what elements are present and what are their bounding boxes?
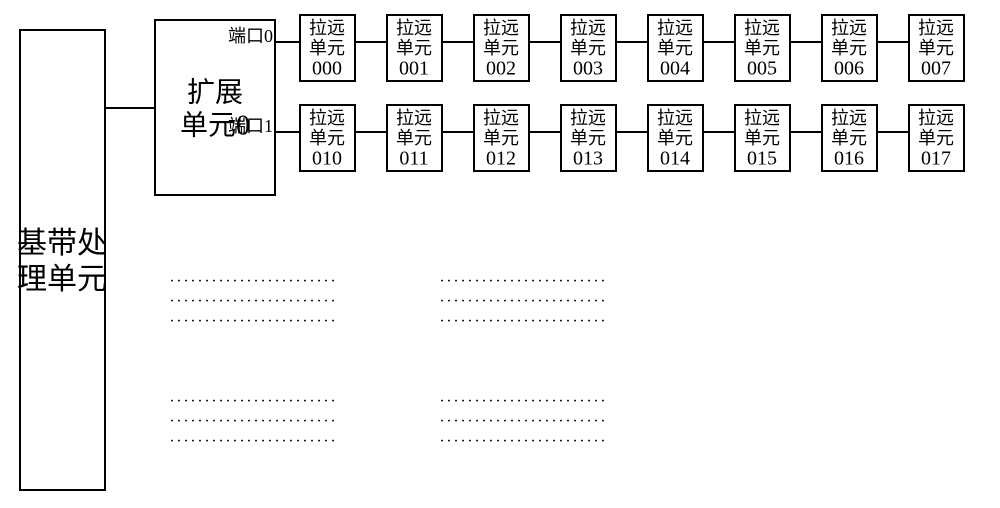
svg-text:单元: 单元 xyxy=(570,38,606,58)
remote-unit-006: 拉远 单元 006 xyxy=(822,15,877,81)
svg-text:单元: 单元 xyxy=(831,38,867,58)
remote-unit-013: 拉远 单元 013 xyxy=(561,105,616,171)
svg-text:拉远: 拉远 xyxy=(744,18,780,38)
svg-text:拉远: 拉远 xyxy=(309,108,345,128)
svg-text:014: 014 xyxy=(660,148,690,170)
remote-unit-010: 拉远 单元 010 xyxy=(300,105,355,171)
svg-text:单元: 单元 xyxy=(918,128,954,148)
svg-text:单元: 单元 xyxy=(918,38,954,58)
remote-unit-011: 拉远 单元 011 xyxy=(387,105,442,171)
svg-text:016: 016 xyxy=(834,148,864,170)
svg-text:拉远: 拉远 xyxy=(396,108,432,128)
svg-text:单元: 单元 xyxy=(396,128,432,148)
svg-text:011: 011 xyxy=(399,148,428,170)
svg-text:拉远: 拉远 xyxy=(570,18,606,38)
port1-label: 端口1 xyxy=(228,116,273,136)
remote-unit-007: 拉远 单元 007 xyxy=(909,15,964,81)
port0-label: 端口0 xyxy=(228,26,273,46)
svg-text:007: 007 xyxy=(921,58,951,80)
svg-text:004: 004 xyxy=(660,58,690,80)
remote-unit-003: 拉远 单元 003 xyxy=(561,15,616,81)
svg-text:拉远: 拉远 xyxy=(918,108,954,128)
svg-text:拉远: 拉远 xyxy=(831,18,867,38)
svg-text:拉远: 拉远 xyxy=(483,18,519,38)
ellipsis-upper-right-3: ........................ xyxy=(440,309,608,326)
ellipsis-lower-right-1: ........................ xyxy=(440,389,608,406)
svg-text:012: 012 xyxy=(486,148,516,170)
remote-unit-005: 拉远 单元 005 xyxy=(735,15,790,81)
remote-unit-004: 拉远 单元 004 xyxy=(648,15,703,81)
svg-text:单元: 单元 xyxy=(570,128,606,148)
svg-text:005: 005 xyxy=(747,58,777,80)
remote-unit-012: 拉远 单元 012 xyxy=(474,105,529,171)
ellipsis-upper-right-2: ........................ xyxy=(440,289,608,306)
ellipsis-upper-left-2: ........................ xyxy=(170,289,338,306)
remote-unit-014: 拉远 单元 014 xyxy=(648,105,703,171)
svg-text:拉远: 拉远 xyxy=(918,18,954,38)
svg-text:单元: 单元 xyxy=(483,128,519,148)
ellipsis-upper-right-1: ........................ xyxy=(440,269,608,286)
svg-text:单元: 单元 xyxy=(831,128,867,148)
remote-unit-000: 拉远 单元 000 xyxy=(300,15,355,81)
svg-text:单元: 单元 xyxy=(744,128,780,148)
remote-unit-016: 拉远 单元 016 xyxy=(822,105,877,171)
svg-text:拉远: 拉远 xyxy=(831,108,867,128)
svg-text:002: 002 xyxy=(486,58,516,80)
svg-text:006: 006 xyxy=(834,58,864,80)
svg-text:拉远: 拉远 xyxy=(657,18,693,38)
ellipsis-lower-left-1: ........................ xyxy=(170,389,338,406)
svg-text:单元: 单元 xyxy=(657,38,693,58)
svg-text:单元: 单元 xyxy=(309,128,345,148)
svg-text:000: 000 xyxy=(312,58,342,80)
svg-text:015: 015 xyxy=(747,148,777,170)
svg-text:拉远: 拉远 xyxy=(744,108,780,128)
ellipsis-lower-right-2: ........................ xyxy=(440,409,608,426)
svg-text:单元: 单元 xyxy=(483,38,519,58)
svg-text:001: 001 xyxy=(399,58,429,80)
remote-unit-017: 拉远 单元 017 xyxy=(909,105,964,171)
svg-text:013: 013 xyxy=(573,148,603,170)
remote-unit-002: 拉远 单元 002 xyxy=(474,15,529,81)
svg-text:拉远: 拉远 xyxy=(483,108,519,128)
ellipsis-upper-left-3: ........................ xyxy=(170,309,338,326)
svg-text:017: 017 xyxy=(921,148,951,170)
ellipsis-upper-left-1: ........................ xyxy=(170,269,338,286)
ellipsis-lower-left-2: ........................ xyxy=(170,409,338,426)
svg-text:拉远: 拉远 xyxy=(570,108,606,128)
extension-label-line1: 扩展 xyxy=(187,76,243,108)
baseband-label-line1: 基带处 xyxy=(17,227,107,260)
svg-text:003: 003 xyxy=(573,58,603,80)
svg-text:单元: 单元 xyxy=(657,128,693,148)
svg-text:拉远: 拉远 xyxy=(396,18,432,38)
remote-unit-001: 拉远 单元 001 xyxy=(387,15,442,81)
svg-text:单元: 单元 xyxy=(309,38,345,58)
ellipsis-lower-right-3: ........................ xyxy=(440,429,608,446)
remote-unit-015: 拉远 单元 015 xyxy=(735,105,790,171)
svg-text:拉远: 拉远 xyxy=(657,108,693,128)
svg-text:单元: 单元 xyxy=(744,38,780,58)
baseband-label-line2: 理单元 xyxy=(17,263,107,296)
svg-text:010: 010 xyxy=(312,148,342,170)
svg-text:单元: 单元 xyxy=(396,38,432,58)
baseband-unit-box xyxy=(20,30,105,490)
ellipsis-lower-left-3: ........................ xyxy=(170,429,338,446)
svg-text:拉远: 拉远 xyxy=(309,18,345,38)
